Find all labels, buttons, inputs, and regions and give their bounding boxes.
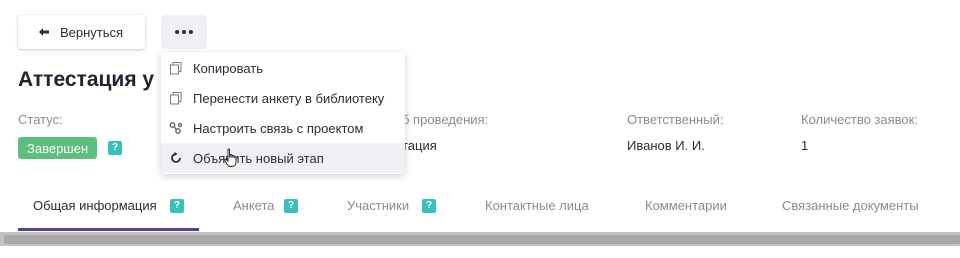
tab-label: Связанные документы bbox=[782, 198, 919, 213]
status-badge: Завершен bbox=[18, 137, 98, 159]
tab-general-info-help-icon[interactable]: ? bbox=[170, 199, 184, 213]
menu-item-label: Настроить связь с проектом bbox=[193, 120, 364, 136]
tab-contacts[interactable]: Контактные лица bbox=[485, 198, 589, 213]
status-help-icon[interactable]: ? bbox=[108, 141, 122, 155]
tab-participants[interactable]: Участники bbox=[347, 198, 409, 213]
tab-label: Участники bbox=[347, 198, 410, 213]
hand-pointer-cursor-icon bbox=[224, 148, 238, 168]
more-actions-menu: Копировать Перенести анкету в библиотеку… bbox=[161, 52, 405, 174]
tab-comments[interactable]: Комментарии bbox=[645, 198, 727, 213]
menu-item-label: Копировать bbox=[193, 60, 263, 76]
menu-item-label: Перенести анкету в библиотеку bbox=[193, 90, 385, 106]
menu-item-configure-project-link[interactable]: Настроить связь с проектом bbox=[161, 113, 405, 143]
tab-label: Анкета bbox=[233, 198, 275, 213]
tab-participants-help-icon[interactable]: ? bbox=[422, 199, 436, 213]
tab-label: Комментарии bbox=[645, 198, 727, 213]
active-tab-indicator bbox=[18, 228, 199, 231]
requests-count-value: 1 bbox=[801, 138, 809, 153]
conduct-value: тация bbox=[402, 138, 437, 153]
copy-icon bbox=[169, 61, 183, 75]
tab-related-documents[interactable]: Связанные документы bbox=[782, 198, 919, 213]
more-actions-button[interactable] bbox=[161, 15, 207, 49]
conduct-label: б проведения: bbox=[402, 112, 489, 127]
link-icon bbox=[169, 121, 183, 135]
refresh-icon bbox=[169, 151, 183, 165]
menu-item-move-to-library[interactable]: Перенести анкету в библиотеку bbox=[161, 83, 405, 113]
responsible-label: Ответственный: bbox=[627, 112, 724, 127]
requests-count-label: Количество заявок: bbox=[801, 112, 918, 127]
tab-label: Контактные лица bbox=[485, 198, 589, 213]
menu-item-label: Объявить новый этап bbox=[193, 150, 324, 166]
page-title: Аттестация у bbox=[18, 68, 155, 91]
responsible-value: Иванов И. И. bbox=[627, 138, 705, 153]
back-button-label: Вернуться bbox=[60, 24, 124, 40]
arrow-left-icon bbox=[38, 26, 50, 38]
copy-icon bbox=[169, 91, 183, 105]
tab-general-info[interactable]: Общая информация bbox=[33, 198, 157, 213]
status-label: Статус: bbox=[18, 112, 63, 127]
more-dots-icon bbox=[175, 30, 193, 34]
menu-item-copy[interactable]: Копировать bbox=[161, 53, 405, 83]
scrollbar-thumb[interactable] bbox=[4, 235, 960, 244]
menu-item-announce-new-stage[interactable]: Объявить новый этап bbox=[161, 143, 405, 173]
tab-questionnaire[interactable]: Анкета bbox=[233, 198, 275, 213]
tab-questionnaire-help-icon[interactable]: ? bbox=[284, 199, 298, 213]
back-button[interactable]: Вернуться bbox=[18, 15, 145, 49]
tab-label: Общая информация bbox=[33, 198, 157, 213]
